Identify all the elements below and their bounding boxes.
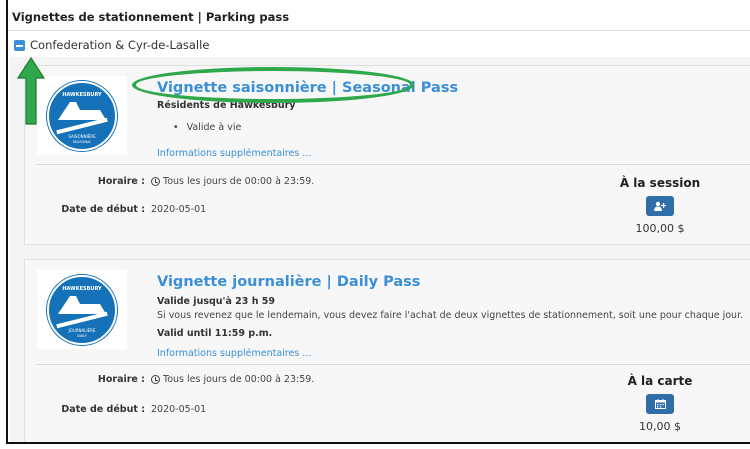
badge-brand: HAWKESBURY — [62, 92, 102, 98]
schedule-label: Horaire : — [97, 374, 145, 385]
badge-brand: HAWKESBURY — [62, 286, 102, 292]
pass-card-daily: HAWKESBURY JOURNALIÈRE DAILY Vignette jo… — [24, 259, 750, 442]
card-divider — [37, 164, 750, 165]
schedule-text: Tous les jours de 00:00 à 23:59. — [163, 176, 315, 187]
collapse-icon[interactable] — [14, 39, 25, 51]
page-title: Vignettes de stationnement | Parking pas… — [12, 10, 290, 24]
start-date-value: 2020-05-01 — [151, 404, 207, 415]
schedule-value: Tous les jours de 00:00 à 23:59. — [151, 374, 314, 385]
header-divider — [8, 30, 750, 31]
boat-launch-icon: HAWKESBURY JOURNALIÈRE DAILY — [46, 273, 118, 346]
more-info-link[interactable]: Informations supplémentaires ... — [157, 348, 311, 359]
schedule-value: Tous les jours de 00:00 à 23:59. — [151, 176, 314, 187]
add-user-button[interactable] — [646, 196, 674, 216]
clock-icon — [151, 375, 160, 384]
passes-section: HAWKESBURY SAISONNIÈRE SEASONAL Vignette… — [10, 57, 750, 442]
start-date-label: Date de début : — [61, 204, 145, 215]
page-frame: Vignettes de stationnement | Parking pas… — [6, 0, 750, 444]
arrow-up-icon — [16, 56, 46, 125]
add-user-icon — [654, 201, 666, 211]
pass-badge-daily: HAWKESBURY JOURNALIÈRE DAILY — [37, 270, 127, 349]
clock-icon — [151, 177, 160, 186]
pass-bullet: Valide à vie — [173, 122, 242, 133]
badge-line2: SEASONAL — [73, 140, 92, 144]
price-amount: 10,00 $ — [639, 420, 681, 433]
calendar-button[interactable] — [646, 394, 674, 414]
price-heading: À la session — [619, 176, 701, 190]
calendar-icon — [654, 399, 666, 409]
highlight-ellipse — [132, 67, 414, 103]
price-heading: À la carte — [627, 374, 693, 388]
pass-badge-seasonal: HAWKESBURY SAISONNIÈRE SEASONAL — [37, 76, 127, 155]
pass-subtitle: Valide jusqu'à 23 h 59 — [157, 296, 275, 307]
location-name: Confederation & Cyr-de-Lasalle — [30, 38, 210, 52]
badge-line2: DAILY — [77, 334, 88, 338]
badge-line1: JOURNALIÈRE — [67, 328, 95, 333]
pass-description: Si vous revenez que le lendemain, vous d… — [157, 310, 744, 321]
pass-title-daily[interactable]: Vignette journalière | Daily Pass — [157, 274, 420, 290]
card-divider — [37, 364, 750, 365]
location-row[interactable]: Confederation & Cyr-de-Lasalle — [14, 38, 209, 52]
more-info-link[interactable]: Informations supplémentaires ... — [157, 148, 311, 159]
schedule-label: Horaire : — [97, 176, 145, 187]
pass-subtitle-en: Valid until 11:59 p.m. — [157, 328, 273, 339]
start-date-value: 2020-05-01 — [151, 204, 207, 215]
boat-launch-icon: HAWKESBURY SAISONNIÈRE SEASONAL — [46, 79, 118, 152]
start-date-label: Date de début : — [61, 404, 145, 415]
price-amount: 100,00 $ — [635, 222, 685, 235]
schedule-text: Tous les jours de 00:00 à 23:59. — [163, 374, 315, 385]
badge-line1: SAISONNIÈRE — [68, 134, 96, 139]
